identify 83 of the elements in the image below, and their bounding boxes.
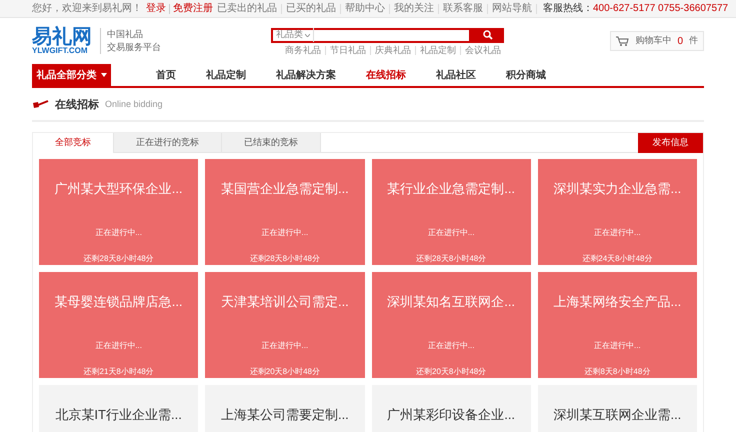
cart-button[interactable]: 购物车中 0 件 [610,31,704,51]
register-link[interactable]: 免费注册 [170,1,213,16]
bid-status: 正在进行中... [594,226,641,238]
hot-word-link[interactable]: 会议礼品 [461,46,505,54]
search-button[interactable] [471,28,504,42]
hot-word-link[interactable]: 商务礼品 [281,46,326,54]
category-menu-button[interactable]: 礼品全部分类 [32,64,111,86]
bid-card[interactable]: 北京某IT行业企业需... [39,385,198,432]
bid-time-remaining: 还剩28天8小时48分 [84,252,154,264]
top-link[interactable]: 已卖出的礼品 [213,4,282,14]
publish-button[interactable]: 发布信息 [638,133,703,153]
bid-time-remaining: 还剩8天8小时48分 [584,366,650,378]
bid-status: 正在进行中... [428,340,474,352]
bid-title: 广州某彩印设备企业... [387,406,516,424]
nav-link[interactable]: 礼品解决方案 [261,68,351,82]
category-dropdown[interactable]: 礼品类 [273,28,314,42]
bid-time-remaining: 还剩28天8小时48分 [416,252,486,264]
top-link[interactable]: 已买的礼品 [282,4,341,14]
bid-card[interactable]: 上海某网络安全产品... 正在进行中... 还剩8天8小时48分 [538,272,697,378]
nav-link[interactable]: 积分商城 [491,68,561,82]
nav-link[interactable]: 首页 [141,68,191,82]
bid-card[interactable]: 深圳某实力企业急需... 正在进行中... 还剩24天8小时48分 [538,159,697,265]
bid-card[interactable]: 天津某培训公司需定... 正在进行中... 还剩20天8小时48分 [205,272,364,378]
bid-time-remaining: 还剩20天8小时48分 [416,366,486,378]
gavel-icon [32,100,49,110]
nav-link[interactable]: 礼品社区 [421,68,491,82]
section-title: 在线招标 [55,98,99,113]
hot-word-link[interactable]: 庆典礼品 [371,46,416,54]
top-link[interactable]: 联系客服 [439,4,488,14]
top-link[interactable]: 我的关注 [390,4,439,14]
bid-title: 某行业企业急需定制... [387,180,516,198]
bid-status: 正在进行中... [594,340,641,352]
bid-title: 天津某培训公司需定... [220,293,349,311]
bid-status: 正在进行中... [95,226,142,238]
tagline-text: 中国礼品 [107,28,144,41]
cart-unit: 件 [689,34,698,48]
bid-title: 深圳某知名互联网企... [387,293,516,311]
nav-link[interactable]: 礼品定制 [191,68,261,82]
cart-icon [616,36,630,46]
greeting-text: 您好，欢迎来到易礼网！ [32,2,142,16]
bid-status: 正在进行中... [262,226,308,238]
bid-title: 北京某IT行业企业需... [55,406,182,424]
bid-title: 深圳某实力企业急需... [553,180,682,198]
bid-card[interactable]: 深圳某知名互联网企... 正在进行中... 还剩20天8小时48分 [372,272,531,378]
caret-icon [100,73,106,77]
bid-card[interactable]: 上海某公司需要定制... [205,385,364,432]
bid-card[interactable]: 某国营企业急需定制... 正在进行中... 还剩28天8小时48分 [205,159,364,265]
bid-card[interactable]: 广州某大型环保企业... 正在进行中... 还剩28天8小时48分 [39,159,198,265]
cart-label: 购物车中 [635,34,672,48]
search-icon [482,30,492,40]
bid-card[interactable]: 广州某彩印设备企业... [372,385,531,432]
bid-card[interactable]: 某母婴连锁品牌店急... 正在进行中... 还剩21天8小时48分 [39,272,198,378]
bid-title: 某国营企业急需定制... [220,180,349,198]
bid-card[interactable]: 某行业企业急需定制... 正在进行中... 还剩28天8小时48分 [372,159,531,265]
login-link[interactable]: 登录 [146,4,170,14]
top-link[interactable]: 帮助中心 [341,4,390,14]
bid-title: 广州某大型环保企业... [54,180,183,198]
bid-status: 正在进行中... [95,340,142,352]
bid-time-remaining: 还剩20天8小时48分 [250,366,320,378]
bid-status: 正在进行中... [262,340,308,352]
cart-count: 0 [677,34,683,48]
top-link[interactable]: 网站导航 [488,4,537,14]
bid-time-remaining: 还剩28天8小时48分 [250,252,320,264]
hotline-number: 400-627-5177 0755-36607577 [593,2,728,16]
search-field[interactable]: 礼品类 [271,28,471,42]
bid-title: 上海某公司需要定制... [220,406,349,424]
logo[interactable]: 易礼网 YLWGIFT.COM [32,27,92,55]
bid-card[interactable]: 深圳某互联网企业需... [538,385,697,432]
hotline-label: 客服热线： [543,2,593,16]
hot-word-link[interactable]: 礼品定制 [416,46,461,54]
bid-time-remaining: 还剩21天8小时48分 [84,366,154,378]
bid-title: 某母婴连锁品牌店急... [54,293,183,311]
tagline-text: 交易服务平台 [107,41,162,54]
hot-word-link[interactable]: 节日礼品 [326,46,371,54]
chevron-icon [305,34,310,36]
bid-status: 正在进行中... [428,226,474,238]
nav-link[interactable]: 在线招标 [351,68,421,82]
bid-time-remaining: 还剩24天8小时48分 [582,252,652,264]
tab[interactable]: 正在进行的竞标 [114,133,222,153]
bid-title: 深圳某互联网企业需... [553,406,682,424]
bid-title: 上海某网络安全产品... [553,293,682,311]
tab[interactable]: 已结束的竞标 [222,133,321,153]
section-subtitle: Online bidding [105,98,163,112]
